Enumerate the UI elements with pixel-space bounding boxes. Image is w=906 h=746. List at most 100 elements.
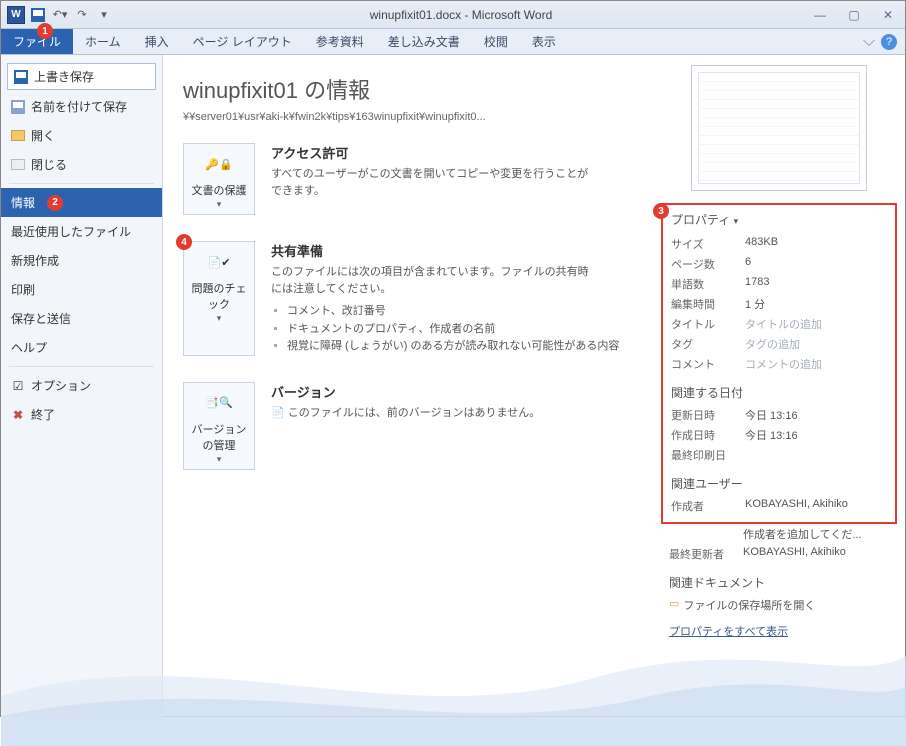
properties-continued: 作成者を追加してくだ... 最終更新者KOBAYASHI, Akihiko 関連…: [661, 524, 897, 640]
tab-insert[interactable]: 挿入: [133, 29, 181, 54]
sidebar-item-label: 上書き保存: [34, 68, 94, 85]
prop-row-comment[interactable]: コメントコメントの追加: [671, 354, 887, 374]
window-buttons: — ▢ ✕: [809, 7, 899, 23]
document-thumbnail[interactable]: [691, 65, 867, 191]
sidebar-item-label: 最近使用したファイル: [11, 223, 131, 240]
manage-versions-button[interactable]: 📑🔍 バージョンの管理▾: [183, 382, 255, 470]
sidebar-item-recent[interactable]: 最近使用したファイル: [1, 217, 162, 246]
sidebar-item-info[interactable]: 情報 2: [1, 188, 162, 217]
list-item: コメント、改訂番号: [287, 303, 619, 321]
sidebar-item-label: 名前を付けて保存: [31, 98, 127, 115]
sidebar-item-label: 開く: [31, 127, 55, 144]
tab-home[interactable]: ホーム: [73, 29, 133, 54]
section-heading: バージョン: [271, 382, 540, 401]
protect-document-button[interactable]: 🔑🔒 文書の保護▾: [183, 143, 255, 215]
sidebar-item-label: 閉じる: [31, 156, 67, 173]
sidebar-item-open[interactable]: 開く: [1, 121, 162, 150]
section-desc: すべてのユーザーがこの文書を開いてコピーや変更を行うことができます。: [271, 166, 591, 199]
section-desc: このファイルには次の項目が含まれています。ファイルの共有時には注意してください。: [271, 264, 591, 297]
backstage-sidebar: 上書き保存 名前を付けて保存 開く 閉じる 情報 2 最近使用したファイル 新規…: [1, 55, 163, 717]
prop-row-pages: ページ数6: [671, 254, 887, 274]
word-app-icon[interactable]: W: [7, 6, 25, 24]
sidebar-item-help[interactable]: ヘルプ: [1, 333, 162, 362]
tab-view[interactable]: 表示: [520, 29, 568, 54]
prop-row-words: 単語数1783: [671, 274, 887, 294]
show-all-properties-link[interactable]: プロパティをすべて表示: [669, 623, 788, 639]
tab-references[interactable]: 参考資料: [304, 29, 376, 54]
callout-badge-2: 2: [47, 195, 63, 211]
check-issues-button[interactable]: 4 📄✔ 問題のチェック▾: [183, 241, 255, 356]
tab-review[interactable]: 校閲: [472, 29, 520, 54]
prop-row-created: 作成日時今日 13:16: [671, 425, 887, 445]
chevron-down-icon: ▾: [734, 216, 739, 226]
close-doc-icon: [11, 158, 25, 172]
sidebar-item-label: 終了: [31, 406, 55, 423]
window-title: winupfixit01.docx - Microsoft Word: [113, 8, 809, 22]
open-file-location-link[interactable]: ▭ファイルの保存場所を開く: [669, 595, 889, 615]
sidebar-item-options[interactable]: ☑ オプション: [1, 371, 162, 400]
saveas-icon: [11, 100, 25, 114]
button-label: 問題のチェック: [188, 280, 250, 312]
related-people-heading: 関連ユーザー: [671, 475, 887, 492]
button-label: バージョンの管理: [188, 421, 250, 453]
help-icon[interactable]: ?: [881, 34, 897, 50]
prop-row-author: 作成者KOBAYASHI, Akihiko: [671, 496, 887, 516]
sidebar-item-label: 新規作成: [11, 252, 59, 269]
related-dates-heading: 関連する日付: [671, 384, 887, 401]
sidebar-item-label: 情報: [11, 194, 35, 211]
list-item: 視覚に障碍 (しょうがい) のある方が読み取れない可能性がある内容: [287, 338, 619, 356]
exit-icon: ✖: [11, 408, 25, 422]
backstage-main: winupfixit01 の情報 ¥¥server01¥usr¥aki-k¥fw…: [163, 55, 905, 717]
sidebar-item-print[interactable]: 印刷: [1, 275, 162, 304]
section-heading: アクセス許可: [271, 143, 591, 162]
sidebar-item-label: 印刷: [11, 281, 35, 298]
related-docs-heading: 関連ドキュメント: [669, 574, 889, 591]
document-path: ¥¥server01¥usr¥aki-k¥fwin2k¥tips¥163winu…: [183, 111, 643, 123]
minimize-icon[interactable]: —: [809, 7, 831, 23]
prop-row-lastmod: 最終更新者KOBAYASHI, Akihiko: [669, 544, 889, 564]
qat-customize-icon[interactable]: ▾: [95, 6, 113, 24]
section-desc: 📄 このファイルには、前のバージョンはありません。: [271, 405, 540, 422]
prop-row-size: サイズ483KB: [671, 234, 887, 254]
prop-row-tag[interactable]: タグタグの追加: [671, 334, 887, 354]
sidebar-item-label: ヘルプ: [11, 339, 47, 356]
folder-icon: ▭: [669, 597, 679, 613]
list-item: ドキュメントのプロパティ、作成者の名前: [287, 321, 619, 339]
sidebar-item-exit[interactable]: ✖ 終了: [1, 400, 162, 429]
close-icon[interactable]: ✕: [877, 7, 899, 23]
separator: [9, 366, 154, 367]
sidebar-item-save[interactable]: 上書き保存: [7, 63, 156, 90]
sidebar-item-saveas[interactable]: 名前を付けて保存: [1, 92, 162, 121]
titlebar: W ↶▾ ↷ ▾ winupfixit01.docx - Microsoft W…: [1, 1, 905, 29]
sidebar-item-new[interactable]: 新規作成: [1, 246, 162, 275]
permissions-section: 🔑🔒 文書の保護▾ アクセス許可 すべてのユーザーがこの文書を開いてコピーや変更…: [183, 143, 643, 215]
prop-row-add-author[interactable]: 作成者を追加してくだ...: [669, 524, 889, 544]
properties-highlight-box: 3 プロパティ ▾ サイズ483KB ページ数6 単語数1783 編集時間1 分…: [661, 203, 897, 524]
button-label: 文書の保護: [188, 182, 250, 198]
section-heading: 共有準備: [271, 241, 619, 260]
sidebar-item-sendsave[interactable]: 保存と送信: [1, 304, 162, 333]
tab-pagelayout[interactable]: ページ レイアウト: [181, 29, 304, 54]
prepare-section: 4 📄✔ 問題のチェック▾ 共有準備 このファイルには次の項目が含まれています。…: [183, 241, 643, 356]
sidebar-item-close[interactable]: 閉じる: [1, 150, 162, 179]
prop-row-edittime: 編集時間1 分: [671, 294, 887, 314]
options-icon: ☑: [11, 379, 25, 393]
qat-undo-icon[interactable]: ↶▾: [51, 6, 69, 24]
sidebar-item-label: 保存と送信: [11, 310, 71, 327]
properties-heading[interactable]: プロパティ ▾: [671, 211, 887, 228]
maximize-icon[interactable]: ▢: [843, 7, 865, 23]
qat-redo-icon[interactable]: ↷: [73, 6, 91, 24]
folder-open-icon: [11, 129, 25, 143]
prop-row-title[interactable]: タイトルタイトルの追加: [671, 314, 887, 334]
info-panel: winupfixit01 の情報 ¥¥server01¥usr¥aki-k¥fw…: [163, 55, 653, 717]
quick-access-toolbar: W ↶▾ ↷ ▾: [7, 6, 113, 24]
save-icon: [14, 70, 28, 84]
qat-save-icon[interactable]: [29, 6, 47, 24]
sidebar-item-label: オプション: [31, 377, 91, 394]
callout-badge-3: 3: [653, 203, 669, 219]
document-icon: 📄: [271, 407, 285, 419]
callout-badge-1: 1: [37, 23, 53, 39]
prop-row-modified: 更新日時今日 13:16: [671, 405, 887, 425]
tab-mailings[interactable]: 差し込み文書: [376, 29, 472, 54]
ribbon-collapse-icon[interactable]: ⌵: [863, 33, 875, 51]
